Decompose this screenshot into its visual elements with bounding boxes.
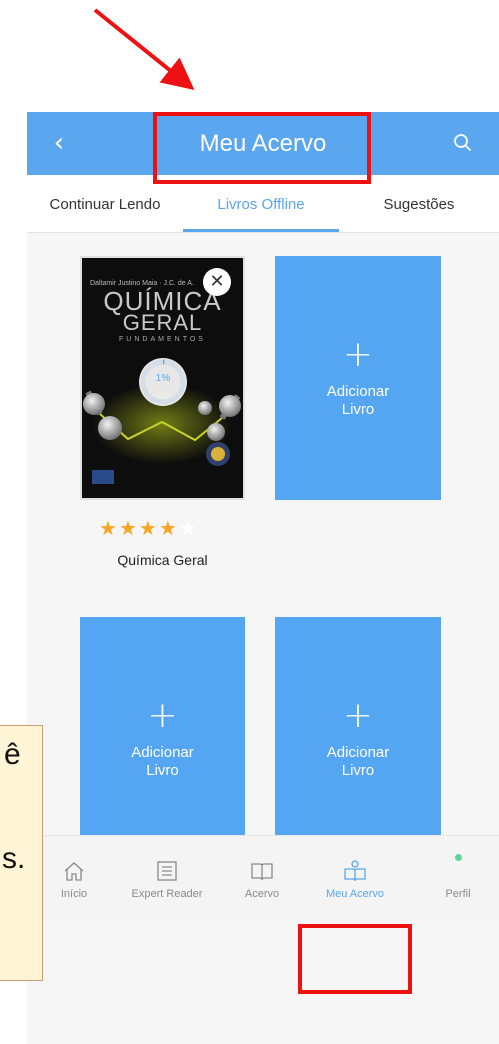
download-progress-text: 1% [155, 373, 171, 384]
nav-item-inicio[interactable]: Início [39, 836, 109, 922]
add-book-card[interactable]: + Adicionar Livro [275, 617, 441, 861]
callout-text-1: ê [4, 738, 21, 771]
reader-icon [344, 860, 366, 882]
search-icon [454, 134, 471, 151]
rating-stars: ★ ★ ★ ★ ★ [99, 517, 224, 539]
chevron-left-icon: ‹ [53, 128, 65, 158]
plus-icon: + [342, 334, 374, 375]
plus-icon: + [342, 695, 374, 736]
star-icon: ★ [158, 516, 177, 540]
bottom-nav: Início Expert Reader Acervo Meu Acervo P… [27, 835, 499, 921]
nav-item-acervo[interactable]: Acervo [227, 836, 297, 922]
close-icon: ✕ [209, 271, 225, 292]
add-book-label: Adicionar Livro [326, 383, 390, 418]
home-icon [64, 862, 84, 881]
add-book-label: Adicionar Livro [131, 744, 194, 779]
callout-text-2: s. [2, 842, 26, 875]
meu-acervo-highlight-box [298, 924, 412, 994]
app-screen: ‹ Meu Acervo Continuar Lendo Livros Offl… [27, 112, 499, 1044]
plus-icon: + [147, 695, 178, 736]
add-book-label: Adicionar Livro [326, 744, 390, 779]
star-icon: ★ [138, 516, 157, 540]
add-book-card[interactable]: + Adicionar Livro [275, 256, 441, 500]
nav-item-expert-reader[interactable]: Expert Reader [117, 836, 217, 922]
star-icon: ★ [99, 516, 117, 540]
cover-title-line2: GERAL [122, 310, 203, 335]
star-empty-icon: ★ [178, 516, 197, 540]
remove-book-button[interactable]: ✕ [203, 268, 231, 296]
back-button[interactable]: ‹ [41, 124, 77, 162]
book-open-icon [251, 863, 273, 881]
book-title: Química Geral [117, 552, 208, 568]
book-cover[interactable]: Daltamir Justino Maia · J.C. de A. QUÍMI… [80, 256, 245, 500]
annotation-callout: ê s. [0, 725, 43, 981]
nav-item-meu-acervo[interactable]: Meu Acervo [303, 836, 407, 922]
status-dot-icon [455, 854, 462, 861]
cover-subtitle: FUNDAMENTOS [119, 336, 206, 343]
active-tab-indicator [183, 229, 339, 232]
star-icon: ★ [118, 516, 137, 540]
title-highlight-box [153, 112, 371, 184]
list-icon [157, 861, 177, 881]
add-book-card[interactable]: + Adicionar Livro [80, 617, 245, 861]
nav-item-perfil[interactable]: Perfil [425, 836, 491, 922]
search-button[interactable] [445, 125, 481, 161]
